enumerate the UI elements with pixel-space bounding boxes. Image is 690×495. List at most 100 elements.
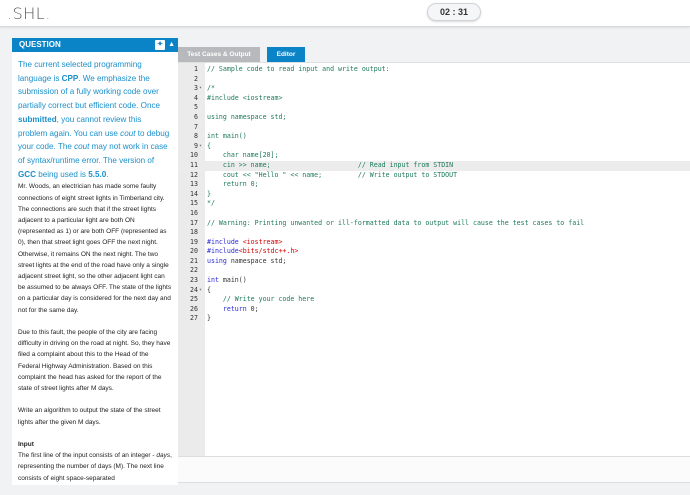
intro-text: GCC [18, 169, 36, 179]
code-token: return [207, 304, 251, 313]
tab-editor[interactable]: Editor [267, 47, 305, 62]
code-line[interactable]: 3 ▾ /* [178, 84, 690, 94]
question-body: The current selected programming languag… [12, 52, 178, 484]
code-token: } [207, 189, 211, 198]
code-token: return 0; [207, 180, 259, 189]
code-line[interactable]: 7 [178, 123, 690, 133]
fold-arrow-icon[interactable]: ▾ [199, 84, 202, 94]
pin-icon[interactable]: ✦ [155, 40, 165, 50]
code-line[interactable]: 5 [178, 103, 690, 113]
chevron-up-icon[interactable]: ▲ [168, 38, 175, 52]
code-token: namespace std; [230, 256, 287, 265]
line-number: 17 [190, 218, 198, 227]
code-token: #include [207, 247, 239, 256]
code-line[interactable]: 21 using namespace std; [178, 257, 690, 267]
line-number: 10 [190, 151, 198, 160]
top-bar: .SHL. 02 : 31 [0, 0, 690, 27]
code-line[interactable]: 19 #include <iostream> [178, 238, 690, 248]
code-line[interactable]: 25 // Write your code here [178, 295, 690, 305]
code-text: // Write your code here [207, 295, 314, 305]
intro-text: submitted [18, 114, 57, 124]
code-text: using namespace std; [207, 113, 286, 123]
code-text: { [207, 286, 211, 296]
code-line[interactable]: 20 #include<bits/stdc++.h> [178, 247, 690, 257]
paragraph: Write an algorithm to output the state o… [18, 407, 161, 426]
intro-text: 5.5.0 [88, 169, 107, 179]
code-line[interactable]: 12 cout << "Hello " << name; // Write ou… [178, 171, 690, 181]
intro-text: CPP [61, 73, 79, 83]
code-line[interactable]: 27} [178, 314, 690, 324]
code-text: // Sample code to read input and write o… [207, 65, 390, 75]
line-number: 4 [194, 93, 198, 102]
line-number: 21 [190, 256, 198, 265]
line-number: 15 [190, 199, 198, 208]
question-title: QUESTION [19, 40, 61, 49]
line-number: 27 [190, 314, 198, 323]
code-line[interactable]: 10 char name[20]; [178, 151, 690, 161]
line-number: 23 [190, 276, 198, 285]
line-number: 14 [190, 189, 198, 198]
code-line[interactable]: 23 int main() [178, 276, 690, 286]
code-token: char name[20]; [207, 151, 279, 160]
line-number: 11 [190, 160, 198, 169]
code-text: } [207, 314, 211, 324]
code-text: #include<bits/stdc++.h> [207, 247, 298, 257]
code-line[interactable]: 9 ▾ { [178, 142, 690, 152]
code-text: int main() [207, 132, 247, 142]
code-line[interactable]: 13 return 0; [178, 180, 690, 190]
code-token: <iostream> [242, 237, 283, 246]
code-token: cin >> name; // Read input from STDIN [207, 160, 454, 169]
code-line[interactable]: 14} [178, 190, 690, 200]
code-line[interactable]: 18 [178, 228, 690, 238]
code-text: cin >> name; // Read input from STDIN [207, 161, 453, 171]
code-line[interactable]: 26 return 0; [178, 305, 690, 315]
line-number: 18 [190, 228, 198, 237]
intro-text: cout [120, 128, 136, 138]
line-number: 7 [194, 122, 198, 131]
line-number: 3 [194, 84, 198, 93]
code-line[interactable]: 2 [178, 75, 690, 85]
line-number: 19 [190, 237, 198, 246]
problem-statement: Mr. Woods, an electrician has made some … [18, 181, 172, 483]
code-token: // Warning: Printing unwanted or ill-for… [207, 218, 585, 227]
line-number: 9 [194, 141, 198, 150]
code-line[interactable]: 17 // Warning: Printing unwanted or ill-f… [178, 219, 690, 229]
code-line[interactable]: 15 */ [178, 199, 690, 209]
code-token: /* [207, 84, 215, 93]
code-token: #include <iostream> [207, 93, 283, 102]
code-editor[interactable]: 1 // Sample code to read input and write … [178, 62, 690, 457]
question-panel: QUESTION ✦ ▲ The current selected progra… [12, 38, 178, 485]
code-token: main() [222, 276, 247, 285]
shl-logo: .SHL. [7, 4, 51, 23]
code-line[interactable]: 1 // Sample code to read input and write … [178, 65, 690, 75]
tab-test-cases-output[interactable]: Test Cases & Output [178, 47, 260, 62]
input-heading: Input [18, 440, 34, 448]
code-token: { [207, 285, 211, 294]
intro-text: . [106, 169, 109, 179]
code-line[interactable]: 22 [178, 266, 690, 276]
line-number: 13 [190, 180, 198, 189]
intro-text: cout [74, 142, 90, 152]
line-number: 26 [190, 304, 198, 313]
countdown-timer: 02 : 31 [427, 3, 481, 21]
code-token: int [207, 276, 223, 285]
paragraph: Mr. Woods, an electrician has made some … [18, 183, 172, 314]
code-line[interactable]: 4 #include <iostream> [178, 94, 690, 104]
fold-arrow-icon[interactable]: ▾ [199, 286, 202, 296]
fold-arrow-icon[interactable]: ▾ [199, 142, 202, 152]
code-token: int main() [207, 132, 247, 141]
code-token: } [207, 314, 211, 323]
code-token: using [207, 256, 231, 265]
code-token: cout << "Hello " << name; // Write outpu… [207, 170, 458, 179]
code-line[interactable]: 24 ▾ { [178, 286, 690, 296]
code-line[interactable]: 16 [178, 209, 690, 219]
code-text: using namespace std; [207, 257, 286, 267]
code-line[interactable]: 6 using namespace std; [178, 113, 690, 123]
code-line[interactable]: 8 int main() [178, 132, 690, 142]
paragraph: Due to this fault, the people of the cit… [18, 328, 171, 392]
code-text: return 0; [207, 180, 259, 190]
line-number: 5 [194, 103, 198, 112]
code-text: #include <iostream> [207, 94, 282, 104]
code-token: 0; [250, 304, 259, 313]
code-line[interactable]: 11 cin >> name; // Read input from STDIN [178, 160, 690, 171]
